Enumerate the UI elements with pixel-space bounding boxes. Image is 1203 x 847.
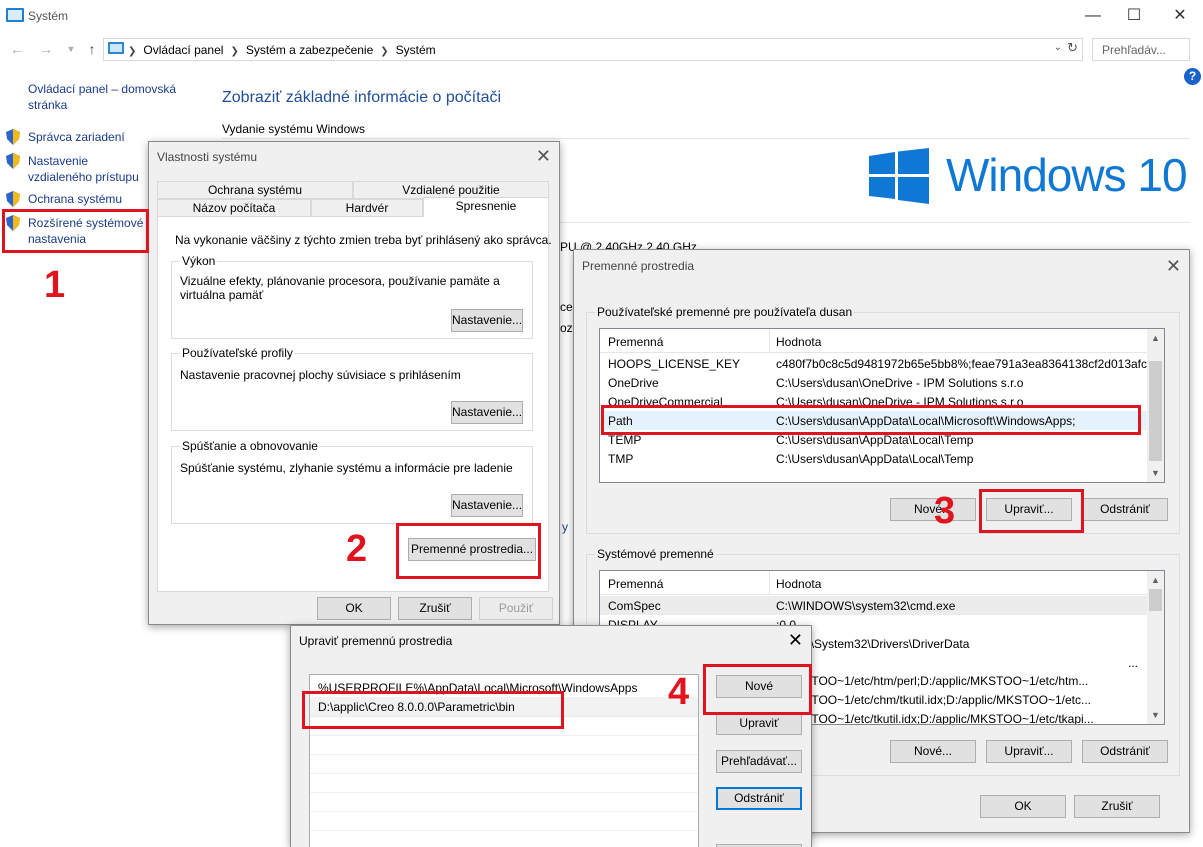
scroll-up-icon[interactable]: ▲: [1151, 575, 1160, 585]
breadcrumb-item[interactable]: Systém: [396, 43, 436, 57]
page-title: Zobraziť základné informácie o počítači: [222, 89, 502, 106]
ok-button[interactable]: OK: [980, 795, 1066, 818]
edit-variable-dialog: Upraviť premennú prostredia ✕ %USERPROFI…: [290, 625, 812, 847]
breadcrumb: ❯ Ovládací panel ❯ Systém a zabezpečenie ❯ Sy…: [128, 43, 436, 57]
up-arrow-icon[interactable]: ↑: [83, 40, 101, 58]
column-header-name[interactable]: Premenná: [608, 335, 663, 349]
scroll-thumb[interactable]: [1149, 361, 1162, 461]
step-number: 1: [44, 264, 66, 306]
performance-group: Výkon Vizuálne efekty, plánovanie proces…: [171, 254, 533, 339]
startup-settings-button[interactable]: Nastavenie...: [451, 494, 523, 517]
windows-logo-text: Windows 10: [946, 149, 1188, 201]
system-edit-button[interactable]: Upraviť...: [986, 740, 1072, 763]
close-icon[interactable]: ✕: [536, 145, 551, 167]
title-bar: Systém — ☐ ✕: [0, 0, 1203, 33]
computer-icon: [6, 8, 24, 22]
admin-note: Na vykonanie väčšiny z týchto zmien treb…: [175, 233, 552, 247]
close-icon[interactable]: ✕: [788, 629, 803, 651]
column-header-name[interactable]: Premenná: [608, 577, 663, 591]
highlight-box: [396, 523, 541, 579]
close-icon[interactable]: ✕: [1166, 255, 1181, 277]
user-delete-button[interactable]: Odstrániť: [1082, 498, 1168, 521]
scroll-down-icon[interactable]: ▼: [1151, 468, 1160, 478]
back-arrow-icon[interactable]: ←: [8, 40, 26, 58]
scrollbar[interactable]: ▲ ▼: [1147, 329, 1164, 482]
highlight-box: [703, 664, 812, 715]
nav-remote-settings[interactable]: Nastavenie vzdialeného prístupu: [28, 153, 150, 185]
column-header-value[interactable]: Hodnota: [776, 577, 821, 591]
table-row[interactable]: ComSpec C:\WINDOWS\system32\cmd.exe: [600, 596, 1147, 615]
shield-icon: [6, 129, 20, 145]
breadcrumb-item[interactable]: Ovládací panel: [143, 43, 223, 57]
table-row[interactable]: TMP C:\Users\dusan\AppData\Local\Temp: [600, 449, 1147, 468]
close-button[interactable]: ✕: [1160, 4, 1200, 28]
edit-entry-button[interactable]: Upraviť: [716, 712, 802, 735]
refresh-icon[interactable]: ↻: [1067, 40, 1078, 56]
scroll-up-icon[interactable]: ▲: [1151, 333, 1160, 343]
ok-button[interactable]: OK: [317, 597, 391, 620]
edition-label: Vydanie systému Windows: [222, 122, 365, 136]
address-bar[interactable]: ❯ Ovládací panel ❯ Systém a zabezpečenie ❯ Sy…: [103, 38, 1083, 61]
table-row[interactable]: HOOPS_LICENSE_KEY c480f7b0c8c5d9481972b65…: [600, 354, 1164, 373]
dialog-title: Upraviť premennú prostredia: [299, 634, 453, 648]
step-number: 2: [346, 528, 368, 570]
system-new-button[interactable]: Nové...: [890, 740, 976, 763]
apply-button[interactable]: Použiť: [479, 597, 553, 620]
address-row: ← → ▼ ↑ ❯ Ovládací panel ❯ Systém a zabezpe…: [0, 36, 1203, 64]
highlight-box: [979, 489, 1084, 533]
highlight-box: [601, 405, 1141, 435]
divider: [222, 138, 1190, 139]
performance-settings-button[interactable]: Nastavenie...: [451, 309, 523, 332]
info-fragment: y: [562, 520, 568, 534]
scroll-down-icon[interactable]: ▼: [1151, 710, 1160, 720]
step-number: 4: [668, 671, 690, 713]
tab-advanced[interactable]: Spresnenie: [423, 197, 549, 217]
help-icon[interactable]: ?: [1184, 68, 1201, 85]
windows-logo-icon: [869, 148, 929, 204]
dialog-title: Vlastnosti systému: [157, 150, 258, 164]
search-input[interactable]: Prehľadáv...: [1092, 38, 1190, 61]
list-header: Premenná Hodnota: [600, 329, 1147, 353]
delete-entry-button[interactable]: Odstrániť: [716, 787, 802, 810]
nav-system-protection[interactable]: Ochrana systému: [28, 191, 122, 207]
highlight-box: [2, 209, 149, 253]
recent-chevron-icon[interactable]: ▼: [62, 40, 80, 58]
user-profiles-group: Používateľské profily Nastavenie pracovn…: [171, 346, 533, 431]
nav-home-link[interactable]: Ovládací panel – domovská stránka: [28, 81, 188, 113]
chevron-down-icon[interactable]: ⌄: [1054, 42, 1062, 53]
dialog-title: Premenné prostredia: [582, 259, 695, 273]
startup-recovery-group: Spúšťanie a obnovovanie Spúšťanie systém…: [171, 439, 533, 524]
browse-button[interactable]: Prehľadávať...: [716, 750, 802, 773]
shield-icon: [6, 153, 20, 169]
minimize-button[interactable]: —: [1073, 4, 1113, 28]
list-header: Premenná Hodnota: [600, 571, 1147, 595]
divider: [560, 222, 1190, 223]
breadcrumb-item[interactable]: Systém a zabezpečenie: [246, 43, 373, 57]
tab-system-protection[interactable]: Ochrana systému: [157, 181, 353, 199]
column-header-value[interactable]: Hodnota: [776, 335, 821, 349]
system-delete-button[interactable]: Odstrániť: [1082, 740, 1168, 763]
highlight-box: [302, 691, 564, 729]
scrollbar[interactable]: ▲ ▼: [1147, 571, 1164, 724]
maximize-button[interactable]: ☐: [1114, 4, 1154, 28]
step-number: 3: [934, 490, 956, 532]
scroll-thumb[interactable]: [1149, 589, 1162, 611]
cancel-button[interactable]: Zrušiť: [1074, 795, 1160, 818]
shield-icon: [6, 191, 20, 207]
cancel-button[interactable]: Zrušiť: [398, 597, 472, 620]
window-title: Systém: [28, 9, 69, 23]
table-row[interactable]: OneDrive C:\Users\dusan\OneDrive - IPM So…: [600, 373, 1147, 392]
user-new-button[interactable]: Nové...: [890, 498, 976, 521]
nav-device-manager[interactable]: Správca zariadení: [28, 129, 125, 145]
profiles-settings-button[interactable]: Nastavenie...: [451, 401, 523, 424]
control-panel-icon: [108, 42, 124, 54]
forward-arrow-icon[interactable]: →: [37, 40, 55, 58]
tab-hardware[interactable]: Hardvér: [311, 199, 423, 217]
tab-computer-name[interactable]: Názov počítača: [157, 199, 311, 217]
